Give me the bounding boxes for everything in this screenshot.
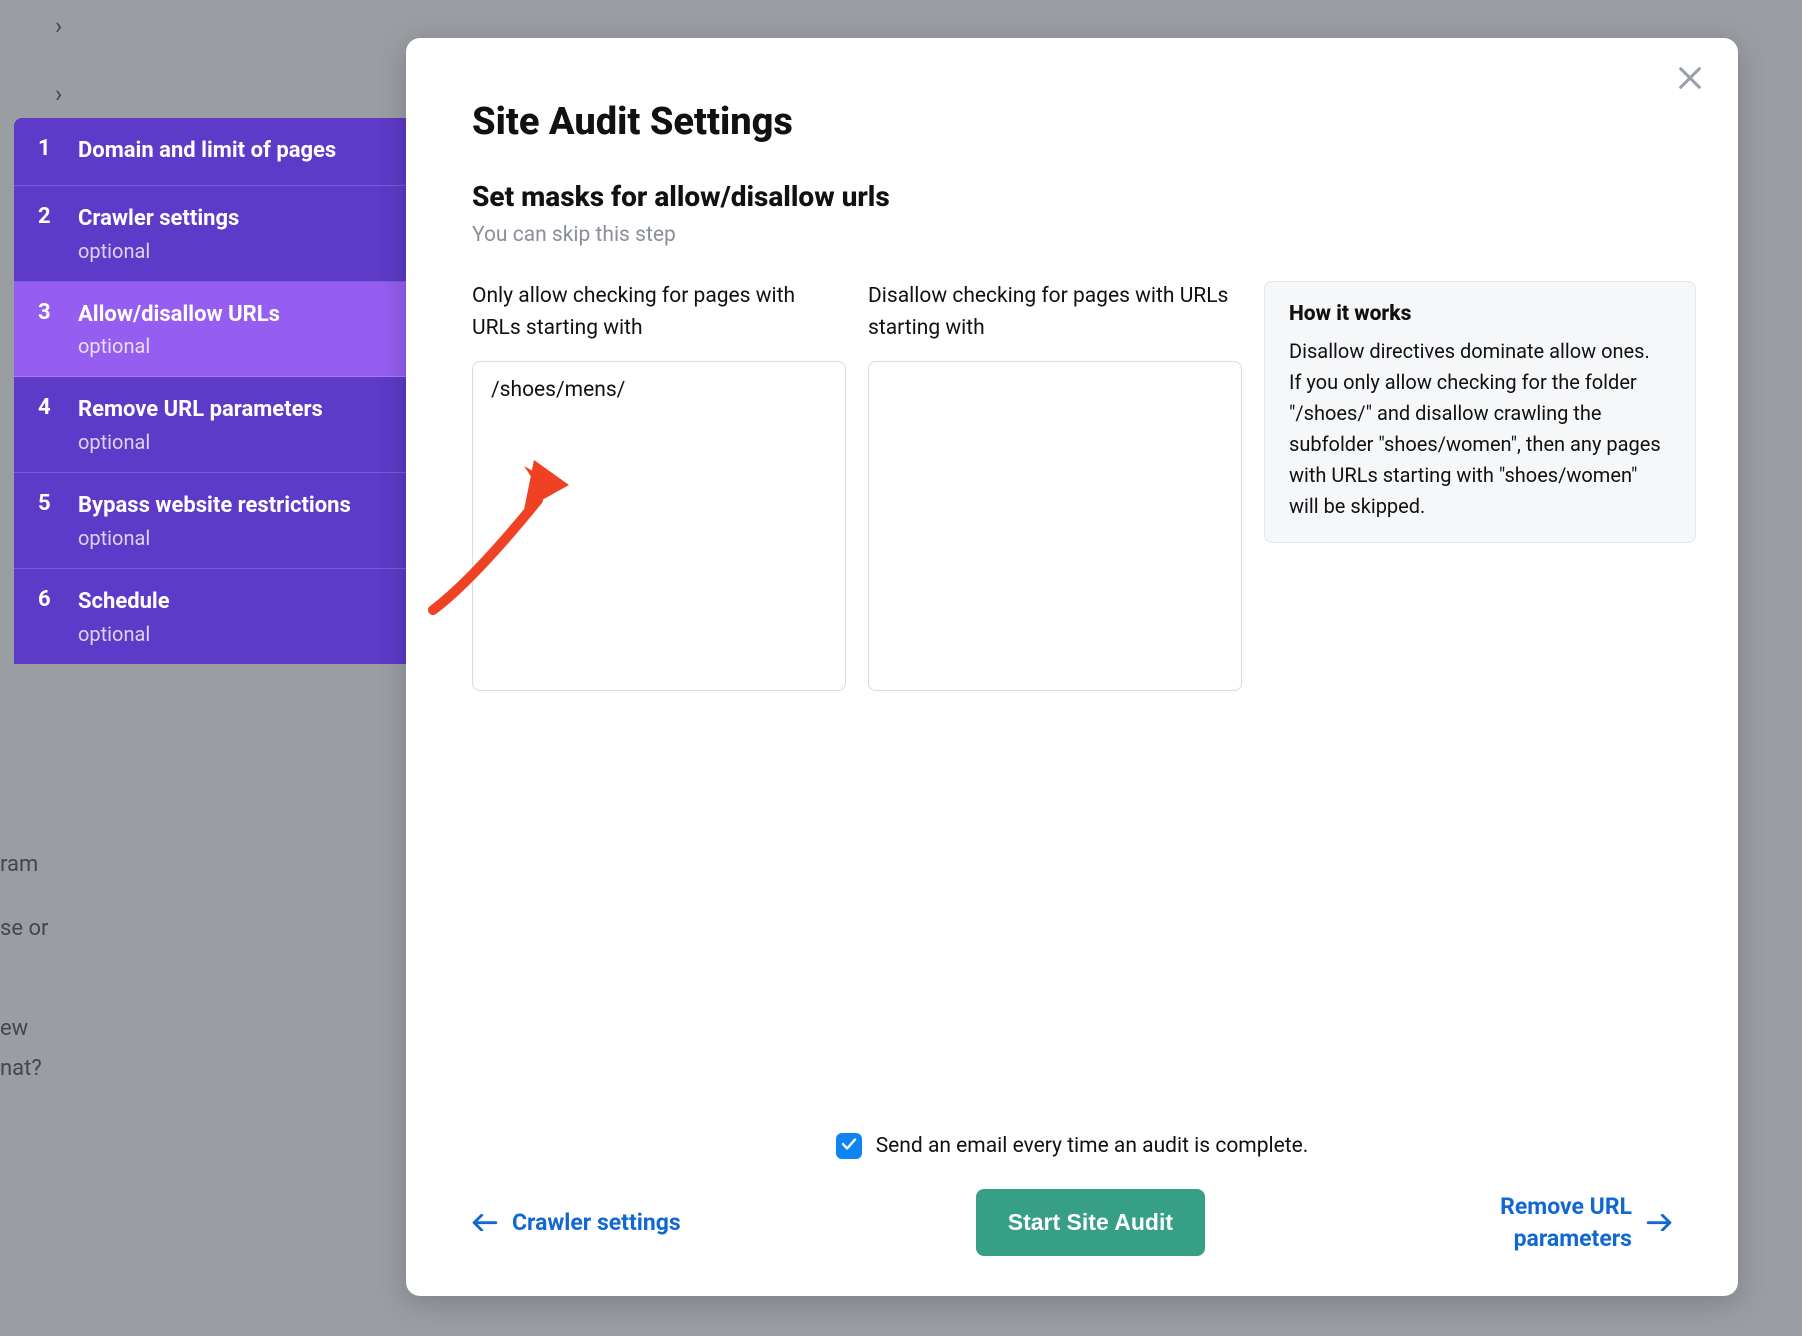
- step-number: 2: [38, 204, 78, 263]
- step-number: 1: [38, 136, 78, 167]
- modal-title: Site Audit Settings: [472, 100, 1672, 144]
- step-optional-label: optional: [78, 526, 386, 550]
- close-icon: [1676, 64, 1704, 96]
- allow-column: Only allow checking for pages with URLs …: [472, 281, 846, 691]
- email-checkbox-label: Send an email every time an audit is com…: [876, 1134, 1309, 1158]
- arrow-right-icon: [1646, 1213, 1672, 1233]
- step-allow-disallow-urls[interactable]: 3 Allow/disallow URLs optional: [14, 282, 406, 378]
- email-notification-row: Send an email every time an audit is com…: [472, 1133, 1672, 1159]
- step-bypass-restrictions[interactable]: 5 Bypass website restrictions optional: [14, 473, 406, 569]
- step-optional-label: optional: [78, 239, 386, 263]
- step-optional-label: optional: [78, 622, 386, 646]
- step-title: Domain and limit of pages: [78, 136, 386, 167]
- next-link-remove-url-parameters[interactable]: Remove URL parameters: [1500, 1191, 1672, 1253]
- step-number: 6: [38, 587, 78, 646]
- step-number: 3: [38, 300, 78, 359]
- site-audit-settings-modal: Site Audit Settings Set masks for allow/…: [406, 38, 1738, 1296]
- arrow-left-icon: [472, 1213, 498, 1233]
- step-title: Remove URL parameters: [78, 395, 386, 426]
- step-optional-label: optional: [78, 430, 386, 454]
- check-icon: [840, 1135, 858, 1157]
- back-link-label: Crawler settings: [512, 1209, 681, 1236]
- step-optional-label: optional: [78, 334, 386, 358]
- back-link-crawler-settings[interactable]: Crawler settings: [472, 1209, 681, 1236]
- modal-footer: Send an email every time an audit is com…: [472, 1133, 1672, 1256]
- next-link-label: Remove URL parameters: [1500, 1191, 1632, 1253]
- step-title: Allow/disallow URLs: [78, 300, 386, 331]
- section-title: Set masks for allow/disallow urls: [472, 180, 1672, 213]
- primary-button-label: Start Site Audit: [1008, 1209, 1173, 1235]
- step-schedule[interactable]: 6 Schedule optional: [14, 569, 406, 664]
- info-body: Disallow directives dominate allow ones.…: [1289, 336, 1671, 522]
- info-title: How it works: [1289, 302, 1671, 326]
- allow-label: Only allow checking for pages with URLs …: [472, 281, 846, 345]
- step-crawler-settings[interactable]: 2 Crawler settings optional: [14, 186, 406, 282]
- step-remove-url-parameters[interactable]: 4 Remove URL parameters optional: [14, 377, 406, 473]
- how-it-works-box: How it works Disallow directives dominat…: [1264, 281, 1696, 543]
- disallow-label: Disallow checking for pages with URLs st…: [868, 281, 1242, 345]
- step-title: Schedule: [78, 587, 386, 618]
- wizard-steps-sidebar: 1 Domain and limit of pages 2 Crawler se…: [14, 118, 406, 664]
- step-title: Bypass website restrictions: [78, 491, 386, 522]
- allow-urls-input[interactable]: [472, 361, 846, 691]
- disallow-urls-input[interactable]: [868, 361, 1242, 691]
- section-subtitle: You can skip this step: [472, 223, 1672, 247]
- step-domain-limit[interactable]: 1 Domain and limit of pages: [14, 118, 406, 186]
- start-site-audit-button[interactable]: Start Site Audit: [976, 1189, 1205, 1256]
- disallow-column: Disallow checking for pages with URLs st…: [868, 281, 1242, 691]
- close-button[interactable]: [1670, 60, 1710, 100]
- step-number: 5: [38, 491, 78, 550]
- email-checkbox[interactable]: [836, 1133, 862, 1159]
- step-number: 4: [38, 395, 78, 454]
- step-title: Crawler settings: [78, 204, 386, 235]
- info-column: How it works Disallow directives dominat…: [1264, 281, 1696, 691]
